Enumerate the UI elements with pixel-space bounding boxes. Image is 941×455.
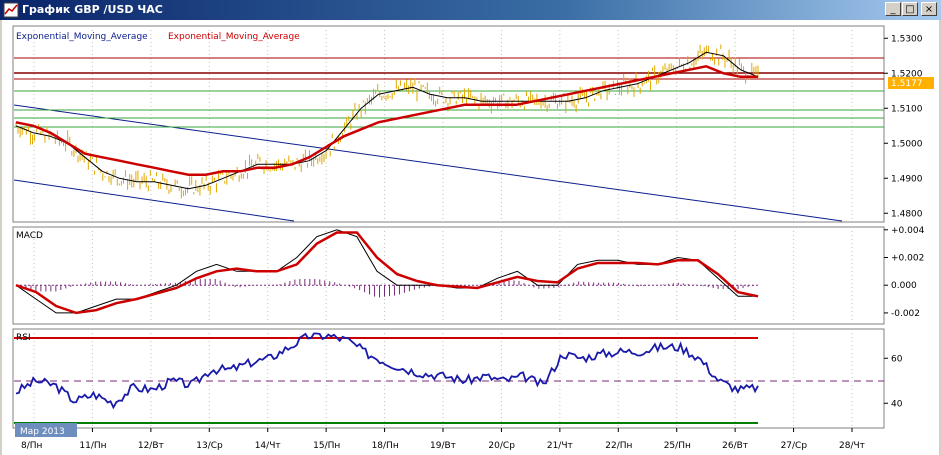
minimize-button[interactable]: _ [885, 2, 901, 16]
maximize-button[interactable]: □ [902, 2, 918, 16]
close-button[interactable]: × [921, 2, 937, 16]
title-bar[interactable]: График GBP /USD ЧАС _ □ × [0, 0, 941, 20]
date-tick-label: 21/Чт [547, 441, 573, 451]
rsi-tick-label: 40 [891, 399, 903, 409]
rsi-label: RSI [16, 333, 31, 343]
chart-app-icon [3, 2, 19, 18]
date-tick-label: 25/Пн [664, 441, 691, 451]
rsi-panel-frame [12, 328, 885, 429]
chart-window: График GBP /USD ЧАС _ □ × 1.5300 1.5200 1 [0, 0, 941, 455]
macd-tick-label: -0.002 [891, 309, 920, 319]
date-tick-label: 28/Чт [839, 441, 865, 451]
legend-ema-fast: Exponential_Moving_Average [16, 32, 148, 42]
legend-ema-slow: Exponential_Moving_Average [168, 32, 300, 42]
price-axis: 1.53001.52001.51001.50001.49001.4800 [884, 34, 923, 219]
date-tick-label: 13/Ср [196, 441, 223, 451]
price-tick-label: 1.5100 [891, 104, 923, 114]
window-title: График GBP /USD ЧАС [22, 3, 163, 16]
date-tick-label: 14/Чт [255, 441, 281, 451]
date-tick-label: 15/Пн [313, 441, 340, 451]
macd-label: MACD [16, 231, 43, 241]
macd-tick-label: 0.000 [891, 281, 917, 291]
date-tick-label: 12/Вт [138, 441, 164, 451]
date-tick-label: 27/Ср [781, 441, 808, 451]
date-tick-label: 20/Ср [488, 441, 515, 451]
date-tick-label: 22/Пн [605, 441, 632, 451]
price-tick-label: 1.5300 [891, 34, 923, 44]
price-tick-label: 1.4800 [891, 209, 923, 219]
macd-tick-label: +0.004 [891, 226, 925, 236]
price-tick-label: 1.4900 [891, 174, 923, 184]
date-tick-label: 11/Пн [79, 441, 106, 451]
price-panel-frame [12, 25, 885, 223]
macd-tick-label: +0.002 [891, 253, 924, 263]
rsi-tick-label: 60 [891, 354, 903, 364]
month-badge-text: Мар 2013 [20, 427, 65, 437]
chart-area[interactable]: 1.5300 1.5200 1.5100 1.5000 1.4900 1.4800 1.5… [2, 20, 939, 455]
macd-panel-frame [12, 226, 885, 325]
date-tick-label: 26/Вт [722, 441, 748, 451]
date-tick-label: 18/Пн [372, 441, 399, 451]
macd-axis: +0.004 +0.002 0.000 -0.002 [884, 226, 925, 319]
date-tick-label: 19/Вт [430, 441, 456, 451]
last-price-value: 1.5177 [891, 79, 923, 89]
date-tick-label: 8/Пн [21, 441, 43, 451]
rsi-axis: 60 40 [884, 354, 903, 409]
price-tick-label: 1.5000 [891, 139, 923, 149]
chart-svg: 1.53001.52001.51001.50001.49001.4800 1.5… [12, 25, 934, 451]
date-axis: 8/Пн 11/Пн 12/Вт 13/Ср 14/Чт 15/Пн 18/Пн 19/Вт 2… [21, 428, 865, 451]
